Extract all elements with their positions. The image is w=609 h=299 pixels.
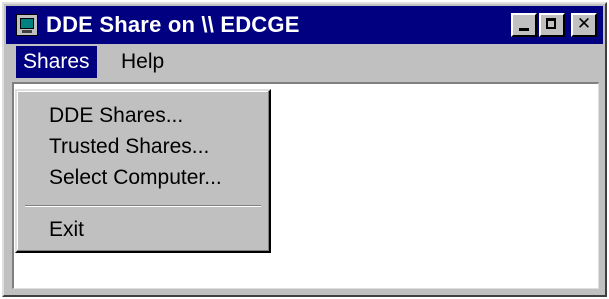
screen-glyph xyxy=(20,18,34,29)
maximize-button[interactable] xyxy=(539,13,565,37)
window-title: DDE Share on \\ EDCGE xyxy=(46,12,300,37)
menu-separator xyxy=(25,205,261,207)
close-icon: ✕ xyxy=(576,14,592,34)
screen-base-glyph xyxy=(22,30,32,33)
minimize-icon xyxy=(519,28,529,31)
app-icon[interactable] xyxy=(16,14,38,36)
maximize-icon xyxy=(546,18,556,29)
menu-item-exit[interactable]: Exit xyxy=(49,217,84,243)
minimize-button[interactable] xyxy=(511,13,537,37)
shares-dropdown-menu: DDE Shares... Trusted Shares... Select C… xyxy=(15,89,271,253)
menu-shares[interactable]: Shares xyxy=(16,46,97,78)
menu-bar: Shares Help xyxy=(6,46,603,78)
title-bar[interactable]: DDE Share on \\ EDCGE ✕ xyxy=(6,6,603,44)
menu-help[interactable]: Help xyxy=(114,46,171,78)
menu-item-dde-shares[interactable]: DDE Shares... xyxy=(49,103,183,129)
menu-item-trusted-shares[interactable]: Trusted Shares... xyxy=(49,134,209,160)
close-button[interactable]: ✕ xyxy=(571,13,597,37)
menu-item-select-computer[interactable]: Select Computer... xyxy=(49,165,222,191)
